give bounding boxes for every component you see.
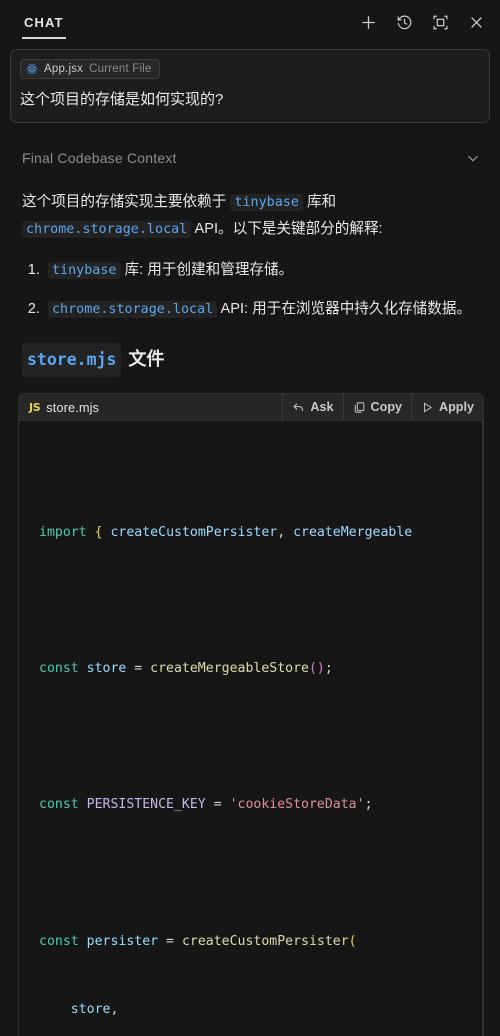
header-actions [358,12,486,32]
message-paragraph-1: 这个项目的存储实现主要依赖于 tinybase 库和 chrome.storag… [22,189,480,243]
react-file-icon [26,64,38,74]
js-language-icon: JS [29,400,41,414]
history-button[interactable] [394,12,414,32]
play-triangle-icon [424,402,432,413]
para1-c: API。以下是关键部分的解释: [194,220,383,237]
assistant-message: 这个项目的存储实现主要依赖于 tinybase 库和 chrome.storag… [0,189,500,378]
final-codebase-context-row[interactable]: Final Codebase Context [0,145,500,171]
code-line: store, [39,1001,119,1017]
code-line: const store = createMergeableStore(); [39,661,333,677]
close-button[interactable] [466,12,486,32]
inline-code-tinybase: tinybase [230,193,303,211]
ask-label: Ask [310,400,334,415]
list-item-text: 库: 用于创建和管理存储。 [124,261,294,278]
apply-label: Apply [439,400,474,415]
code-content[interactable]: import { createCustomPersister, createMe… [19,421,483,1036]
tab-chat[interactable]: CHAT [22,15,66,39]
prompt-text[interactable]: 这个项目的存储是如何实现的? [20,89,480,111]
sub-heading-code: store.mjs [22,342,122,378]
list-item-text: API: 用于在浏览器中持久化存储数据。 [220,300,472,317]
sub-heading-text: 文件 [128,348,165,369]
plus-icon [361,15,375,29]
context-label: Final Codebase Context [22,149,177,166]
new-chat-button[interactable] [358,12,378,32]
code-scroll-edge[interactable] [482,421,483,1036]
copy-button[interactable]: Copy [344,394,413,421]
maximize-button[interactable] [430,12,450,32]
para1-a: 这个项目的存储实现主要依赖于 [22,193,227,210]
para1-b: 库和 [306,193,337,210]
apply-button[interactable]: Apply [412,394,483,420]
code-file-info: JS store.mjs [19,394,284,421]
maximize-icon [432,15,448,29]
code-line: import { createCustomPersister, createMe… [39,525,413,541]
copy-icon [354,402,364,413]
code-block-header: JS store.mjs Ask Copy Apply [19,394,483,422]
list-item-code: chrome.storage.local [48,300,218,318]
code-line: const persister = createCustomPersister( [39,933,357,949]
code-filename: store.mjs [46,399,100,415]
message-sub-heading: store.mjs 文件 [22,342,480,378]
context-file-chip[interactable]: App.jsx Current File [20,59,160,79]
reply-arrow-icon [293,403,304,411]
chip-context-label: Current File [89,63,152,75]
list-item-code: tinybase [48,261,121,279]
close-icon [470,16,482,28]
message-list: tinybase 库: 用于创建和管理存储。 chrome.storage.lo… [22,257,480,323]
ask-button[interactable]: Ask [283,394,344,421]
code-line: const PERSISTENCE_KEY = 'cookieStoreData… [39,797,373,813]
code-block: JS store.mjs Ask Copy Apply import {cre… [18,393,484,1036]
history-icon [397,15,411,29]
panel-header: CHAT [0,0,500,44]
prompt-input-box[interactable]: App.jsx Current File 这个项目的存储是如何实现的? [10,49,490,123]
inline-code-chrome-storage-local: chrome.storage.local [22,220,192,238]
chip-filename: App.jsx [44,63,84,75]
list-item: chrome.storage.local API: 用于在浏览器中持久化存储数据… [44,296,480,323]
list-item: tinybase 库: 用于创建和管理存储。 [44,257,480,284]
copy-label: Copy [370,400,403,415]
chevron-down-icon[interactable] [464,149,482,167]
